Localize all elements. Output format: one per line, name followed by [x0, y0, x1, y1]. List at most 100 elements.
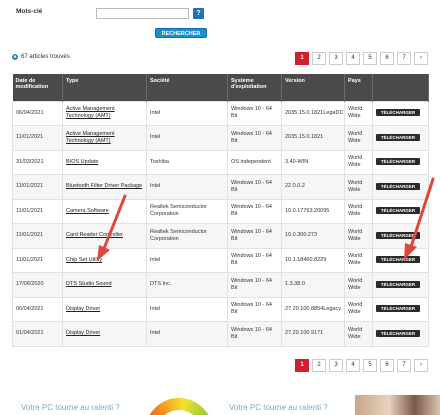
page-link[interactable]: 7 — [397, 359, 411, 372]
cell-date: 11/01/2021 — [12, 223, 63, 249]
cell-system: World Wide — [344, 100, 373, 126]
cell-company: Intel — [146, 247, 228, 273]
cell-date: 11/01/2021 — [12, 125, 63, 151]
driver-link[interactable]: Card Reader Controller — [66, 232, 123, 238]
pagination-top: 1 2 3 4 5 6 7 › — [295, 52, 428, 65]
cell-os: Windows 10 - 64 Bit — [227, 125, 282, 151]
header-type[interactable]: Type — [62, 74, 147, 101]
driver-link[interactable]: Active Management Technology (AMT) — [66, 131, 115, 144]
info-icon: ● — [12, 54, 18, 60]
cell-date: 01/04/2021 — [12, 321, 63, 347]
help-button[interactable]: ? — [193, 8, 204, 19]
cell-os: Windows 10 - 64 Bit — [227, 100, 282, 126]
drivers-table: Date de modification Type Société Systèm… — [12, 74, 429, 347]
page-link[interactable]: 1 — [295, 359, 309, 372]
cell-type: Card Reader Controller — [62, 223, 147, 249]
cell-os: Windows 10 - 64 Bit — [227, 198, 282, 224]
driver-link[interactable]: Display Driver — [66, 306, 100, 312]
cell-os: Windows 10 - 64 Bit — [227, 174, 282, 200]
header-company[interactable]: Société — [146, 74, 228, 101]
cell-version: 10.0.300.273 — [281, 223, 345, 249]
cell-date: 06/04/2021 — [12, 100, 63, 126]
cell-type: DTS Studio Sound — [62, 272, 147, 298]
page-link[interactable]: 5 — [363, 359, 377, 372]
driver-link[interactable]: Bluetooth Filter Driver Package — [66, 183, 142, 189]
table-row: 11/01/2021 Active Management Technology … — [12, 125, 429, 151]
download-button[interactable]: TÉLÉCHARGER — [376, 280, 420, 288]
table-row: 31/03/2021 BIOS Update Toshiba OS indepe… — [12, 149, 429, 175]
cell-download: TÉLÉCHARGER — [372, 125, 429, 151]
page-link[interactable]: 7 — [397, 52, 411, 65]
cell-company: Intel — [146, 125, 228, 151]
driver-link[interactable]: Chip Set Utility — [66, 257, 102, 263]
cell-version: 27.20.100.8854Legacy — [281, 296, 345, 322]
page-link[interactable]: 3 — [329, 359, 343, 372]
cell-type: Active Management Technology (AMT) — [62, 100, 147, 126]
download-button[interactable]: TÉLÉCHARGER — [376, 256, 420, 264]
promo-link-right[interactable]: Votre PC tourne au ralenti ? — [229, 403, 328, 412]
cell-version: 22.0.0.2 — [281, 174, 345, 200]
cell-download: TÉLÉCHARGER — [372, 198, 429, 224]
download-button[interactable]: TÉLÉCHARGER — [376, 329, 420, 337]
header-version[interactable]: Version — [281, 74, 345, 101]
page-link[interactable]: 1 — [295, 52, 309, 65]
cell-os: Windows 10 - 64 Bit — [227, 247, 282, 273]
next-page-button[interactable]: › — [414, 359, 428, 372]
header-os[interactable]: Système d'exploitation — [227, 74, 282, 101]
cell-system: World Wide — [344, 125, 373, 151]
cell-version: 3.40-WIN — [281, 149, 345, 175]
driver-link[interactable]: Display Driver — [66, 330, 100, 336]
page-link[interactable]: 2 — [312, 52, 326, 65]
table-row: 01/04/2021 Display Driver Intel Windows … — [12, 321, 429, 347]
pagination-bottom: 1 2 3 4 5 6 7 › — [295, 359, 428, 372]
page-link[interactable]: 5 — [363, 52, 377, 65]
download-button[interactable]: TÉLÉCHARGER — [376, 133, 420, 141]
header-system[interactable]: Pays — [344, 74, 373, 101]
table-row: 11/01/2021 Chip Set Utility Intel Window… — [12, 247, 429, 273]
cell-version: 2035.15.0.1821 — [281, 125, 345, 151]
keyword-label: Mots-clé — [16, 8, 43, 15]
cell-company: Intel — [146, 296, 228, 322]
download-button[interactable]: TÉLÉCHARGER — [376, 231, 420, 239]
driver-link[interactable]: Camera Software — [66, 208, 109, 214]
results-count: ● 67 articles trouvés — [12, 54, 70, 60]
cell-os: Windows 10 - 64 Bit — [227, 296, 282, 322]
page-link[interactable]: 4 — [346, 359, 360, 372]
cell-version: 2035.15.0.1821LegaDC — [281, 100, 345, 126]
cell-date: 06/04/2021 — [12, 296, 63, 322]
download-button[interactable]: TÉLÉCHARGER — [376, 207, 420, 215]
download-button[interactable]: TÉLÉCHARGER — [376, 305, 420, 313]
cell-system: World Wide — [344, 174, 373, 200]
page-link[interactable]: 2 — [312, 359, 326, 372]
cell-download: TÉLÉCHARGER — [372, 223, 429, 249]
header-download — [372, 74, 429, 101]
table-row: 06/04/2021 Display Driver Intel Windows … — [12, 296, 429, 322]
driver-link[interactable]: DTS Studio Sound — [66, 281, 112, 287]
driver-link[interactable]: BIOS Update — [66, 159, 98, 165]
cell-company: Toshiba — [146, 149, 228, 175]
page-link[interactable]: 6 — [380, 52, 394, 65]
header-date[interactable]: Date de modification — [12, 74, 63, 101]
table-row: 11/01/2021 Card Reader Controller Realte… — [12, 223, 429, 249]
page-link[interactable]: 3 — [329, 52, 343, 65]
download-button[interactable]: TÉLÉCHARGER — [376, 158, 420, 166]
cell-download: TÉLÉCHARGER — [372, 272, 429, 298]
next-page-button[interactable]: › — [414, 52, 428, 65]
table-header-row: Date de modification Type Société Systèm… — [12, 74, 429, 101]
cell-company: DTS Inc. — [146, 272, 228, 298]
driver-link[interactable]: Active Management Technology (AMT) — [66, 106, 115, 119]
cell-company: Intel — [146, 321, 228, 347]
search-button[interactable]: RECHERCHER — [155, 28, 207, 38]
promo-link-left[interactable]: Votre PC tourne au ralenti ? — [21, 403, 120, 412]
download-button[interactable]: TÉLÉCHARGER — [376, 109, 420, 117]
cell-type: Active Management Technology (AMT) — [62, 125, 147, 151]
cell-version: 10.1.18460.8229 — [281, 247, 345, 273]
cell-download: TÉLÉCHARGER — [372, 149, 429, 175]
cell-date: 11/01/2021 — [12, 174, 63, 200]
keyword-input[interactable] — [96, 8, 189, 19]
page-link[interactable]: 6 — [380, 359, 394, 372]
cell-os: OS independent — [227, 149, 282, 175]
cell-system: World Wide — [344, 272, 373, 298]
page-link[interactable]: 4 — [346, 52, 360, 65]
download-button[interactable]: TÉLÉCHARGER — [376, 182, 420, 190]
